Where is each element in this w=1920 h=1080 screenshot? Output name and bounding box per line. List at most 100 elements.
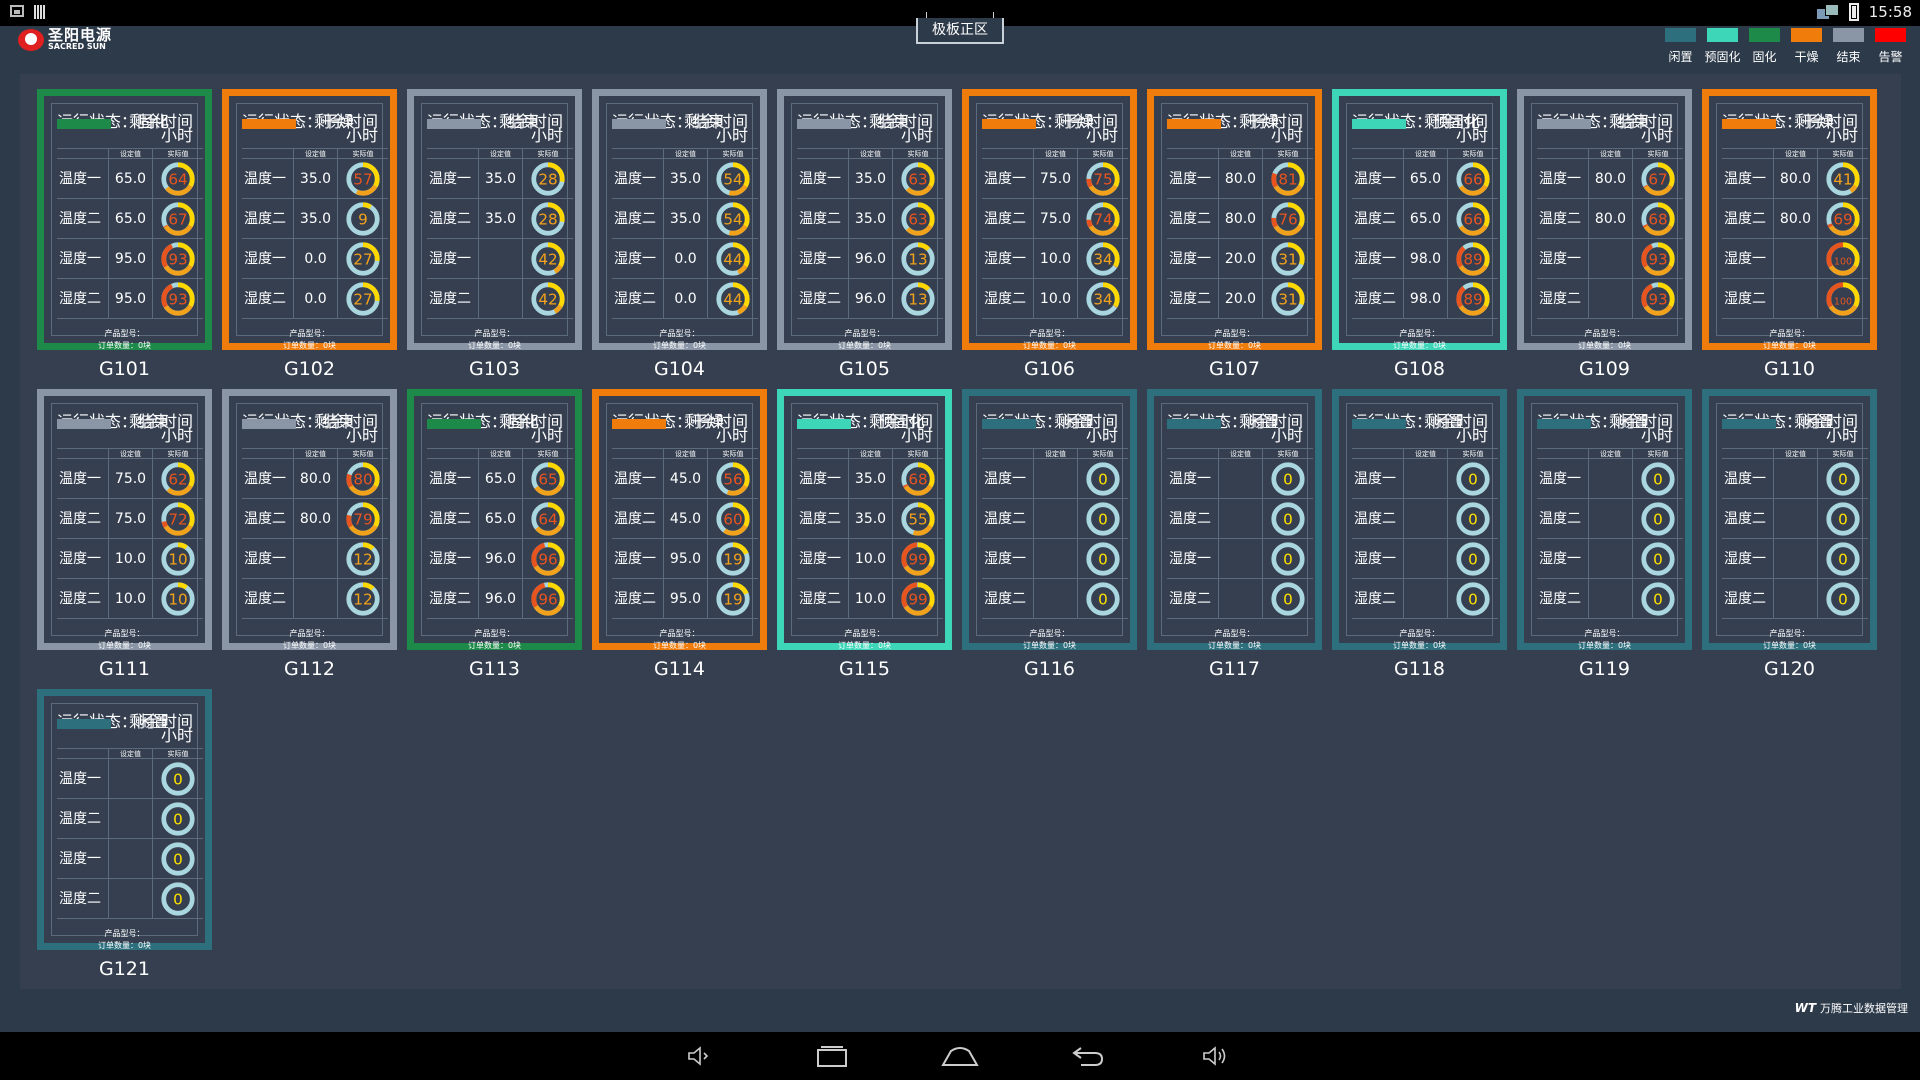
set-value: 80.0 bbox=[294, 458, 338, 499]
row-label: 湿度一 bbox=[1722, 538, 1774, 579]
machine-g116[interactable]: 运行状态：闲置 剩余时间 小时 设定值 实际值 温度一 0 温度二 0 湿度一 0 湿度二 0 产品型号：… bbox=[962, 389, 1137, 680]
machine-g118[interactable]: 运行状态：闲置 剩余时间 小时 设定值 实际值 温度一 0 温度二 0 湿度一 0 湿度二 0 产品型号：… bbox=[1332, 389, 1507, 680]
machine-card[interactable]: 运行状态：结束 剩余时间 小时 设定值 实际值 温度一 80.0 67 温度二 80.0 68 湿度一… bbox=[1517, 89, 1692, 350]
gauge-value: 13 bbox=[908, 250, 927, 268]
machine-card[interactable]: 运行状态：结束 剩余时间 小时 设定值 实际值 温度一 35.0 54 温度二 35.0 54 湿度一… bbox=[592, 89, 767, 350]
table-row: 温度二 75.0 74 bbox=[982, 198, 1128, 239]
status-color-bar bbox=[982, 119, 1036, 129]
machine-name: G119 bbox=[1579, 658, 1630, 680]
machine-card[interactable]: 运行状态：闲置 剩余时间 小时 设定值 实际值 温度一 0 温度二 0 湿度一 0 湿度二 0 产品型号：… bbox=[1702, 389, 1877, 650]
row-label: 湿度二 bbox=[1537, 278, 1589, 319]
volume-up-icon[interactable] bbox=[1196, 1040, 1236, 1072]
gauge-value: 55 bbox=[908, 510, 927, 528]
row-label: 湿度一 bbox=[427, 238, 479, 279]
machine-card[interactable]: 运行状态：结束 剩余时间 小时 设定值 实际值 温度一 75.0 62 温度二 75.0 72 湿度一… bbox=[37, 389, 212, 650]
back-icon[interactable] bbox=[1068, 1040, 1108, 1072]
actual-value-gauge: 60 bbox=[716, 501, 750, 536]
machine-card[interactable]: 运行状态：闲置 剩余时间 小时 设定值 实际值 温度一 0 温度二 0 湿度一 0 湿度二 0 产品型号：… bbox=[1332, 389, 1507, 650]
gauge-value: 67 bbox=[1648, 170, 1667, 188]
actual-value-gauge: 100 bbox=[1826, 281, 1860, 316]
machine-card[interactable]: 运行状态：干燥 剩余时间 小时 设定值 实际值 温度一 45.0 56 温度二 45.0 60 湿度一… bbox=[592, 389, 767, 650]
machine-g120[interactable]: 运行状态：闲置 剩余时间 小时 设定值 实际值 温度一 0 温度二 0 湿度一 0 湿度二 0 产品型号：… bbox=[1702, 389, 1877, 680]
table-row: 温度二 35.0 63 bbox=[797, 198, 943, 239]
gauge-value: 0 bbox=[1468, 510, 1478, 528]
card-panel: 运行状态：干燥 剩余时间 小时 设定值 实际值 温度一 80.0 81 温度二 80.0 76 湿度一… bbox=[1161, 103, 1313, 350]
machine-g102[interactable]: 运行状态：干燥 剩余时间 小时 设定值 实际值 温度一 35.0 57 温度二 35.0 9 湿度一 0… bbox=[222, 89, 397, 380]
machine-card[interactable]: 运行状态：闲置 剩余时间 小时 设定值 实际值 温度一 0 温度二 0 湿度一 0 湿度二 0 产品型号：… bbox=[1147, 389, 1322, 650]
machine-g111[interactable]: 运行状态：结束 剩余时间 小时 设定值 实际值 温度一 75.0 62 温度二 75.0 72 湿度一… bbox=[37, 389, 212, 680]
reading-table: 设定值 实际值 温度一 35.0 68 温度二 35.0 55 湿度一 10.0 99 湿度二 10.0… bbox=[797, 448, 943, 619]
set-value bbox=[479, 238, 523, 279]
machine-card[interactable]: 运行状态：闲置 剩余时间 小时 设定值 实际值 温度一 0 温度二 0 湿度一 0 湿度二 0 产品型号：… bbox=[37, 689, 212, 950]
set-value: 20.0 bbox=[1219, 238, 1263, 279]
table-row: 湿度一 93 bbox=[1537, 238, 1683, 279]
machine-card[interactable]: 运行状态：干燥 剩余时间 小时 设定值 实际值 温度一 75.0 75 温度二 75.0 74 湿度一… bbox=[962, 89, 1137, 350]
actual-value-cell: 68 bbox=[1633, 199, 1683, 239]
gauge-value: 79 bbox=[353, 510, 372, 528]
machine-g114[interactable]: 运行状态：干燥 剩余时间 小时 设定值 实际值 温度一 45.0 56 温度二 45.0 60 湿度一… bbox=[592, 389, 767, 680]
reading-table: 设定值 实际值 温度一 80.0 80 温度二 80.0 79 湿度一 12 湿度二 12 bbox=[242, 448, 388, 619]
machine-card[interactable]: 运行状态：结束 剩余时间 小时 设定值 实际值 温度一 35.0 63 温度二 35.0 63 湿度一… bbox=[777, 89, 952, 350]
gauge-value: 0 bbox=[1283, 470, 1293, 488]
set-value bbox=[294, 578, 338, 619]
machine-g104[interactable]: 运行状态：结束 剩余时间 小时 设定值 实际值 温度一 35.0 54 温度二 35.0 54 湿度一… bbox=[592, 89, 767, 380]
set-value: 80.0 bbox=[1589, 158, 1633, 199]
machine-card[interactable]: 运行状态：预固化 剩余时间 小时 设定值 实际值 温度一 65.0 66 温度二 65.0 66 湿度… bbox=[1332, 89, 1507, 350]
set-value: 10.0 bbox=[849, 578, 893, 619]
set-value: 96.0 bbox=[479, 578, 523, 619]
machine-g107[interactable]: 运行状态：干燥 剩余时间 小时 设定值 实际值 温度一 80.0 81 温度二 80.0 76 湿度一… bbox=[1147, 89, 1322, 380]
machine-card[interactable]: 运行状态：固化 剩余时间 小时 设定值 实际值 温度一 65.0 64 温度二 65.0 67 湿度一… bbox=[37, 89, 212, 350]
machine-card[interactable]: 运行状态：干燥 剩余时间 小时 设定值 实际值 温度一 35.0 57 温度二 35.0 9 湿度一 0… bbox=[222, 89, 397, 350]
machine-card[interactable]: 运行状态：干燥 剩余时间 小时 设定值 实际值 温度一 80.0 81 温度二 80.0 76 湿度一… bbox=[1147, 89, 1322, 350]
actual-value-cell: 55 bbox=[893, 499, 943, 539]
machine-g106[interactable]: 运行状态：干燥 剩余时间 小时 设定值 实际值 温度一 75.0 75 温度二 75.0 74 湿度一… bbox=[962, 89, 1137, 380]
header-blank bbox=[797, 449, 849, 458]
machine-card[interactable]: 运行状态：结束 剩余时间 小时 设定值 实际值 温度一 35.0 28 温度二 35.0 28 湿度一… bbox=[407, 89, 582, 350]
machine-g109[interactable]: 运行状态：结束 剩余时间 小时 设定值 实际值 温度一 80.0 67 温度二 80.0 68 湿度一… bbox=[1517, 89, 1692, 380]
machine-card[interactable]: 运行状态：预固化 剩余时间 小时 设定值 实际值 温度一 35.0 68 温度二 35.0 55 湿度… bbox=[777, 389, 952, 650]
gauge-value: 0 bbox=[1283, 590, 1293, 608]
gauge-value: 0 bbox=[1838, 510, 1848, 528]
actual-value-cell: 0 bbox=[1078, 579, 1128, 619]
table-row: 温度一 75.0 75 bbox=[982, 158, 1128, 199]
header-actual-value: 实际值 bbox=[167, 750, 189, 758]
set-value: 0.0 bbox=[664, 238, 708, 279]
status-color-bar bbox=[427, 419, 481, 429]
machine-g103[interactable]: 运行状态：结束 剩余时间 小时 设定值 实际值 温度一 35.0 28 温度二 35.0 28 湿度一… bbox=[407, 89, 582, 380]
set-value: 96.0 bbox=[849, 238, 893, 279]
actual-value-cell: 0 bbox=[1263, 579, 1313, 619]
machine-g112[interactable]: 运行状态：结束 剩余时间 小时 设定值 实际值 温度一 80.0 80 温度二 80.0 79 湿度一… bbox=[222, 389, 397, 680]
row-label: 湿度二 bbox=[242, 578, 294, 619]
home-icon[interactable] bbox=[940, 1040, 980, 1072]
row-label: 湿度一 bbox=[1352, 538, 1404, 579]
set-value bbox=[1774, 578, 1818, 619]
row-label: 湿度一 bbox=[1167, 238, 1219, 279]
machine-g113[interactable]: 运行状态：固化 剩余时间 小时 设定值 实际值 温度一 65.0 65 温度二 65.0 64 湿度一… bbox=[407, 389, 582, 680]
machine-g119[interactable]: 运行状态：闲置 剩余时间 小时 设定值 实际值 温度一 0 温度二 0 湿度一 0 湿度二 0 产品型号：… bbox=[1517, 389, 1692, 680]
machine-card[interactable]: 运行状态：干燥 剩余时间 小时 设定值 实际值 温度一 80.0 41 温度二 80.0 69 湿度一… bbox=[1702, 89, 1877, 350]
machine-g105[interactable]: 运行状态：结束 剩余时间 小时 设定值 实际值 温度一 35.0 63 温度二 35.0 63 湿度一… bbox=[777, 89, 952, 380]
machine-card[interactable]: 运行状态：闲置 剩余时间 小时 设定值 实际值 温度一 0 温度二 0 湿度一 0 湿度二 0 产品型号：… bbox=[962, 389, 1137, 650]
set-value: 35.0 bbox=[849, 158, 893, 199]
machine-g117[interactable]: 运行状态：闲置 剩余时间 小时 设定值 实际值 温度一 0 温度二 0 湿度一 0 湿度二 0 产品型号：… bbox=[1147, 389, 1322, 680]
actual-value-cell: 66 bbox=[1448, 199, 1498, 239]
machine-g110[interactable]: 运行状态：干燥 剩余时间 小时 设定值 实际值 温度一 80.0 41 温度二 80.0 69 湿度一… bbox=[1702, 89, 1877, 380]
actual-value-cell: 0 bbox=[1633, 539, 1683, 579]
machine-g101[interactable]: 运行状态：固化 剩余时间 小时 设定值 实际值 温度一 65.0 64 温度二 65.0 67 湿度一… bbox=[37, 89, 212, 380]
actual-value-gauge: 0 bbox=[1641, 581, 1675, 616]
machine-card[interactable]: 运行状态：闲置 剩余时间 小时 设定值 实际值 温度一 0 温度二 0 湿度一 0 湿度二 0 产品型号：… bbox=[1517, 389, 1692, 650]
recent-apps-icon[interactable] bbox=[812, 1040, 852, 1072]
machine-g121[interactable]: 运行状态：闲置 剩余时间 小时 设定值 实际值 温度一 0 温度二 0 湿度一 0 湿度二 0 产品型号：… bbox=[37, 689, 212, 980]
actual-value-gauge: 67 bbox=[161, 201, 195, 236]
row-label: 温度一 bbox=[1167, 458, 1219, 499]
machine-card[interactable]: 运行状态：结束 剩余时间 小时 设定值 实际值 温度一 80.0 80 温度二 80.0 79 湿度一… bbox=[222, 389, 397, 650]
machine-card[interactable]: 运行状态：固化 剩余时间 小时 设定值 实际值 温度一 65.0 65 温度二 65.0 64 湿度一… bbox=[407, 389, 582, 650]
machine-g108[interactable]: 运行状态：预固化 剩余时间 小时 设定值 实际值 温度一 65.0 66 温度二 65.0 66 湿度… bbox=[1332, 89, 1507, 380]
actual-value-gauge: 31 bbox=[1271, 281, 1305, 316]
header-set-value: 设定值 bbox=[1404, 149, 1448, 158]
actual-value-gauge: 63 bbox=[901, 201, 935, 236]
row-label: 湿度一 bbox=[1352, 238, 1404, 279]
machine-g115[interactable]: 运行状态：预固化 剩余时间 小时 设定值 实际值 温度一 35.0 68 温度二 35.0 55 湿度… bbox=[777, 389, 952, 680]
volume-down-icon[interactable] bbox=[680, 1040, 720, 1072]
gauge-value: 81 bbox=[1278, 170, 1297, 188]
